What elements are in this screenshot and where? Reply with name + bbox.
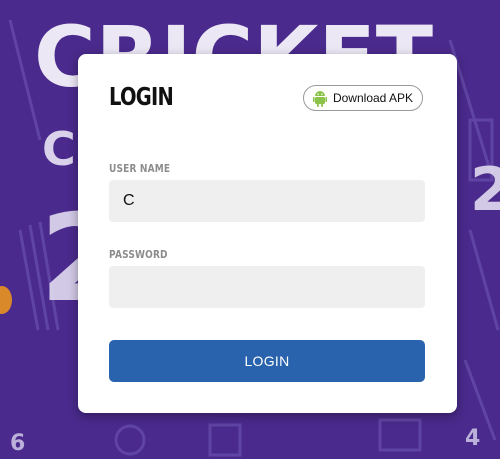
download-apk-button[interactable]: Download APK (303, 85, 423, 111)
password-input[interactable] (109, 266, 425, 308)
login-title: LOGIN (109, 82, 174, 111)
download-apk-label: Download APK (332, 91, 414, 105)
svg-text:C: C (42, 122, 76, 176)
login-card: LOGIN Download APK USER NAME PASSWORD (78, 54, 457, 413)
android-icon (312, 90, 327, 107)
svg-text:4: 4 (465, 426, 480, 451)
password-label: PASSWORD (109, 248, 168, 261)
login-page: CRICKET C 2 2 6 4 LOGIN Download (0, 0, 500, 459)
username-input[interactable] (109, 180, 425, 222)
svg-text:6: 6 (10, 431, 25, 456)
username-label: USER NAME (109, 162, 171, 175)
login-button[interactable]: LOGIN (109, 340, 425, 382)
svg-text:2: 2 (470, 155, 500, 225)
